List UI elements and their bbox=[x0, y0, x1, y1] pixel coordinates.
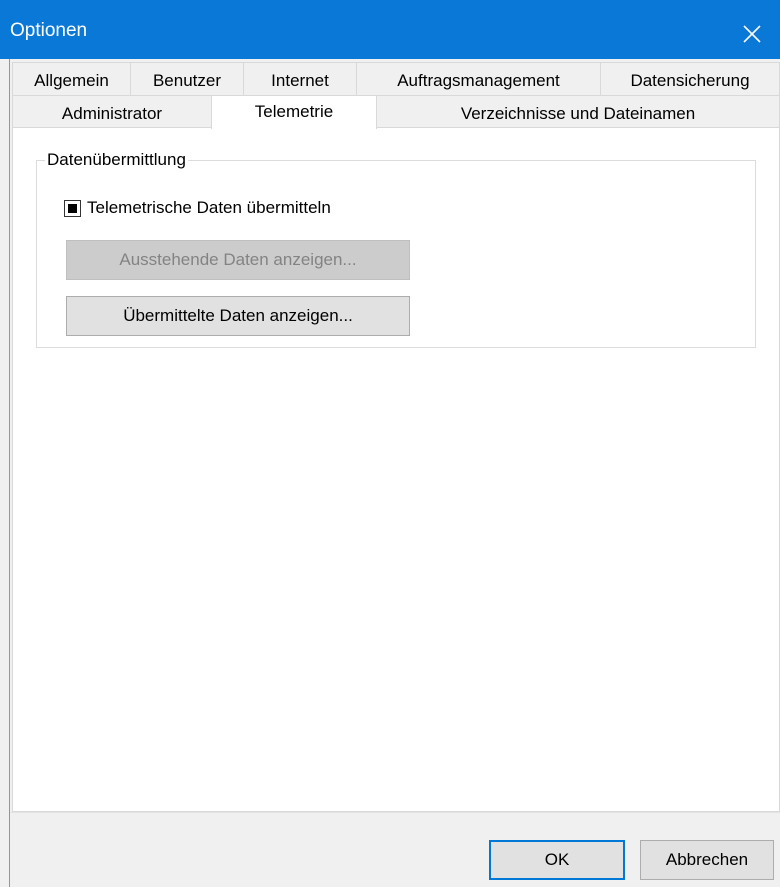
close-button[interactable] bbox=[724, 9, 780, 59]
telemetrie-panel: Datenübermittlung Telemetrische Daten üb… bbox=[12, 127, 780, 812]
tab-telemetrie[interactable]: Telemetrie bbox=[211, 95, 377, 129]
telemetry-checkbox-label: Telemetrische Daten übermitteln bbox=[87, 198, 331, 217]
tab-row-bottom: Administrator Telemetrie Verzeichnisse u… bbox=[12, 95, 780, 129]
pending-data-button[interactable]: Ausstehende Daten anzeigen... bbox=[66, 240, 410, 280]
tab-internet[interactable]: Internet bbox=[243, 62, 357, 98]
datenuebermittlung-group: Datenübermittlung Telemetrische Daten üb… bbox=[36, 149, 756, 348]
tab-datensicherung[interactable]: Datensicherung bbox=[600, 62, 780, 98]
tab-row-top: Allgemein Benutzer Internet Auftragsmana… bbox=[12, 62, 780, 98]
tab-administrator[interactable]: Administrator bbox=[12, 95, 212, 129]
title-bar[interactable]: Optionen bbox=[0, 0, 780, 59]
dialog-client-area: Allgemein Benutzer Internet Auftragsmana… bbox=[9, 59, 780, 887]
telemetry-checkbox[interactable] bbox=[64, 199, 81, 217]
tab-allgemein[interactable]: Allgemein bbox=[12, 62, 131, 98]
tab-benutzer[interactable]: Benutzer bbox=[130, 62, 244, 98]
telemetry-checkbox-row[interactable]: Telemetrische Daten übermitteln bbox=[64, 196, 331, 220]
window-title: Optionen bbox=[10, 20, 88, 41]
cancel-button[interactable]: Abbrechen bbox=[640, 840, 774, 880]
group-legend: Datenübermittlung bbox=[45, 149, 188, 171]
close-icon bbox=[743, 25, 761, 43]
checkbox-indeterminate-mark bbox=[68, 203, 77, 213]
ok-button[interactable]: OK bbox=[489, 840, 625, 880]
options-dialog: Optionen Allgemein Benutzer Internet Auf… bbox=[0, 0, 780, 887]
tab-verzeichnisse-und-dateinamen[interactable]: Verzeichnisse und Dateinamen bbox=[376, 95, 780, 129]
footer-separator bbox=[10, 812, 780, 813]
tab-auftragsmanagement[interactable]: Auftragsmanagement bbox=[356, 62, 601, 98]
sent-data-button[interactable]: Übermittelte Daten anzeigen... bbox=[66, 296, 410, 336]
